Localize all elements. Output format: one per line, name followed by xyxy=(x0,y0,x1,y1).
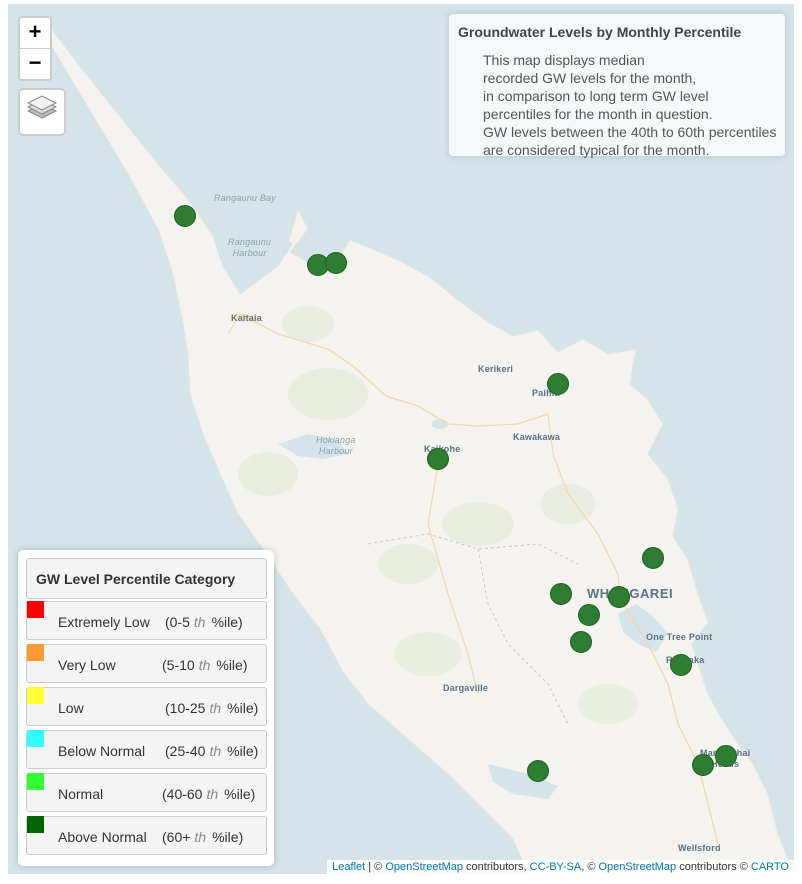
gw-marker[interactable] xyxy=(642,547,664,569)
attribution-text: contributors © xyxy=(676,861,751,873)
legend-item-low: Low (10-25 th %ile) xyxy=(26,687,267,726)
label-one-tree-point: One Tree Point xyxy=(646,632,713,642)
legend-item-above-normal: Above Normal (60+ th %ile) xyxy=(26,816,267,855)
label-hokianga-harbour: Hokianga Harbour xyxy=(316,435,356,457)
gw-marker[interactable] xyxy=(427,448,449,470)
info-line: recorded GW levels for the month, xyxy=(483,70,697,86)
label-rangaunu-harbour-line1: Rangaunu xyxy=(228,237,272,247)
legend-swatch xyxy=(27,644,44,661)
gw-marker[interactable] xyxy=(325,252,347,274)
label-rangaunu-bay: Rangaunu Bay xyxy=(214,193,276,203)
legend-item-name: Normal xyxy=(58,786,104,802)
attribution-osm-link[interactable]: OpenStreetMap xyxy=(598,861,676,873)
label-dargaville: Dargaville xyxy=(443,683,489,693)
attribution-text: , © xyxy=(581,861,599,873)
info-panel: Groundwater Levels by Monthly Percentile… xyxy=(449,14,785,158)
label-hokianga-line2: Harbour xyxy=(318,446,353,456)
map-attribution: Leaflet | © OpenStreetMap contributors, … xyxy=(327,860,794,874)
legend-item-name: Above Normal xyxy=(58,829,147,845)
zoom-out-button[interactable]: − xyxy=(20,49,50,79)
gw-marker[interactable] xyxy=(715,745,737,767)
info-line: are considered typical for the month. xyxy=(483,142,710,158)
legend-title: GW Level Percentile Category xyxy=(36,571,236,587)
gw-marker[interactable] xyxy=(174,205,196,227)
info-line: GW levels between the 40th to 60th perce… xyxy=(483,124,777,140)
info-line: in comparison to long term GW level xyxy=(483,88,709,104)
gw-marker[interactable] xyxy=(547,373,569,395)
layers-control-button[interactable] xyxy=(18,88,66,136)
label-rangaunu-harbour-line2: Harbour xyxy=(232,248,267,258)
map-container[interactable]: Rangaunu Bay Rangaunu Harbour Kaitaia Ke… xyxy=(8,4,794,874)
attribution-carto-link[interactable]: CARTO xyxy=(751,861,789,873)
legend-item-range: (0-5 th %ile) xyxy=(165,614,243,630)
legend-item-range: (60+ th %ile) xyxy=(162,829,244,845)
legend-item-name: Very Low xyxy=(58,657,116,673)
layers-icon xyxy=(26,95,58,119)
label-hokianga-line1: Hokianga xyxy=(316,435,356,445)
legend-swatch xyxy=(27,687,44,704)
legend-swatch xyxy=(27,730,44,747)
zoom-control: + − xyxy=(18,16,52,81)
attribution-leaflet-link[interactable]: Leaflet xyxy=(332,861,365,873)
label-kerikeri: Kerikeri xyxy=(478,364,514,374)
legend-swatch xyxy=(27,601,44,618)
label-whangarei: WHANGAREI xyxy=(587,586,674,601)
gw-marker[interactable] xyxy=(550,583,572,605)
gw-marker[interactable] xyxy=(527,760,549,782)
attribution-text: | © xyxy=(365,861,386,873)
label-rangaunu-harbour: Rangaunu Harbour xyxy=(228,237,271,259)
label-kaitaia: Kaitaia xyxy=(231,313,262,323)
legend-item-range: (25-40 th %ile) xyxy=(165,743,259,759)
gw-marker[interactable] xyxy=(608,586,630,608)
attribution-ccbysa-link[interactable]: CC-BY-SA xyxy=(530,861,582,873)
legend-item-range: (40-60 th %ile) xyxy=(162,786,256,802)
legend-item-normal: Normal (40-60 th %ile) xyxy=(26,773,267,812)
legend-item-extremely-low: Extremely Low (0-5 th %ile) xyxy=(26,601,267,640)
info-line: This map displays median xyxy=(483,52,645,68)
legend-panel: GW Level Percentile Category Extremely L… xyxy=(18,550,274,866)
legend-item-name: Extremely Low xyxy=(58,614,150,630)
zoom-in-button[interactable]: + xyxy=(20,18,50,49)
legend-swatch xyxy=(27,816,44,833)
legend-item-below-normal: Below Normal (25-40 th %ile) xyxy=(26,730,267,769)
legend-item-range: (10-25 th %ile) xyxy=(165,700,259,716)
legend-item-very-low: Very Low (5-10 th %ile) xyxy=(26,644,267,683)
gw-marker[interactable] xyxy=(670,654,692,676)
info-line: percentiles for the month in question. xyxy=(483,106,713,122)
label-kawakawa: Kawakawa xyxy=(513,432,561,442)
legend-item-range: (5-10 th %ile) xyxy=(162,657,248,673)
legend-header: GW Level Percentile Category xyxy=(26,558,267,599)
info-title: Groundwater Levels by Monthly Percentile xyxy=(458,24,742,40)
legend-item-name: Below Normal xyxy=(58,743,146,759)
gw-marker[interactable] xyxy=(578,604,600,626)
label-wellsford: Wellsford xyxy=(678,843,721,853)
gw-marker[interactable] xyxy=(692,754,714,776)
legend-item-name: Low xyxy=(58,700,84,716)
legend-swatch xyxy=(27,773,44,790)
gw-marker[interactable] xyxy=(570,631,592,653)
attribution-osm-link[interactable]: OpenStreetMap xyxy=(385,861,463,873)
attribution-text: contributors, xyxy=(463,861,530,873)
